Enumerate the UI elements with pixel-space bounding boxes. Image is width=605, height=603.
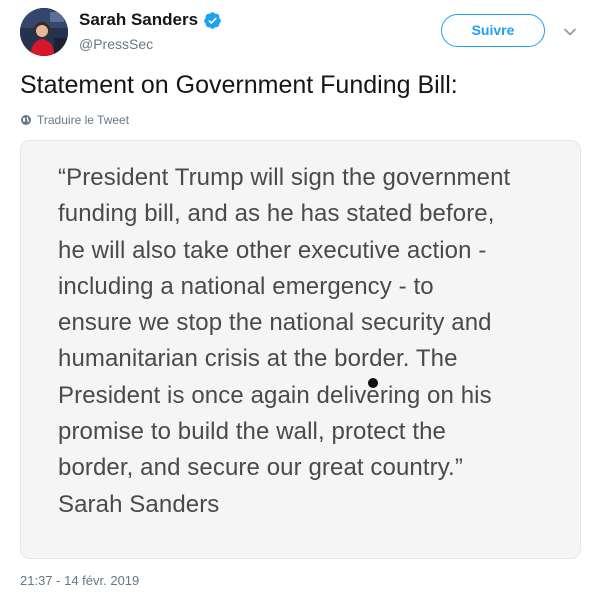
- display-name-text[interactable]: Sarah Sanders: [79, 10, 198, 30]
- display-name[interactable]: Sarah Sanders: [79, 10, 222, 30]
- tweet-timestamp[interactable]: 21:37 - 14 févr. 2019: [20, 573, 139, 588]
- verified-badge-icon: [203, 11, 222, 30]
- tweet: Sarah Sanders @PressSec Suivre Statement…: [0, 0, 605, 603]
- statement-signature: Sarah Sanders: [58, 490, 220, 518]
- statement-line: promise to build the wall, protect the: [58, 418, 446, 446]
- follow-button[interactable]: Suivre: [441, 14, 545, 47]
- statement-line: humanitarian crisis at the border. The: [58, 345, 458, 373]
- user-handle[interactable]: @PressSec: [79, 36, 153, 52]
- tweet-image[interactable]: “President Trump will sign the governmen…: [20, 140, 581, 559]
- translate-tweet-link[interactable]: Traduire le Tweet: [20, 113, 129, 127]
- statement-line: “President Trump will sign the governmen…: [58, 164, 511, 191]
- statement-line: President is once again delivering on hi…: [58, 381, 492, 409]
- statement-line: including a national emergency - to: [58, 272, 434, 300]
- avatar[interactable]: [20, 8, 68, 56]
- statement-line: border, and secure our great country.”: [58, 454, 463, 482]
- tweet-text: Statement on Government Funding Bill:: [20, 71, 458, 99]
- statement-line: he will also take other executive action…: [58, 236, 487, 264]
- statement-line: ensure we stop the national security and: [58, 309, 492, 337]
- statement-line: funding bill, and as he has stated befor…: [58, 200, 495, 228]
- mouse-cursor-dot: [368, 378, 378, 388]
- statement-text: “President Trump will sign the governmen…: [58, 160, 568, 523]
- globe-icon: [20, 114, 32, 126]
- chevron-down-icon[interactable]: [562, 24, 578, 40]
- translate-tweet-label[interactable]: Traduire le Tweet: [37, 113, 129, 127]
